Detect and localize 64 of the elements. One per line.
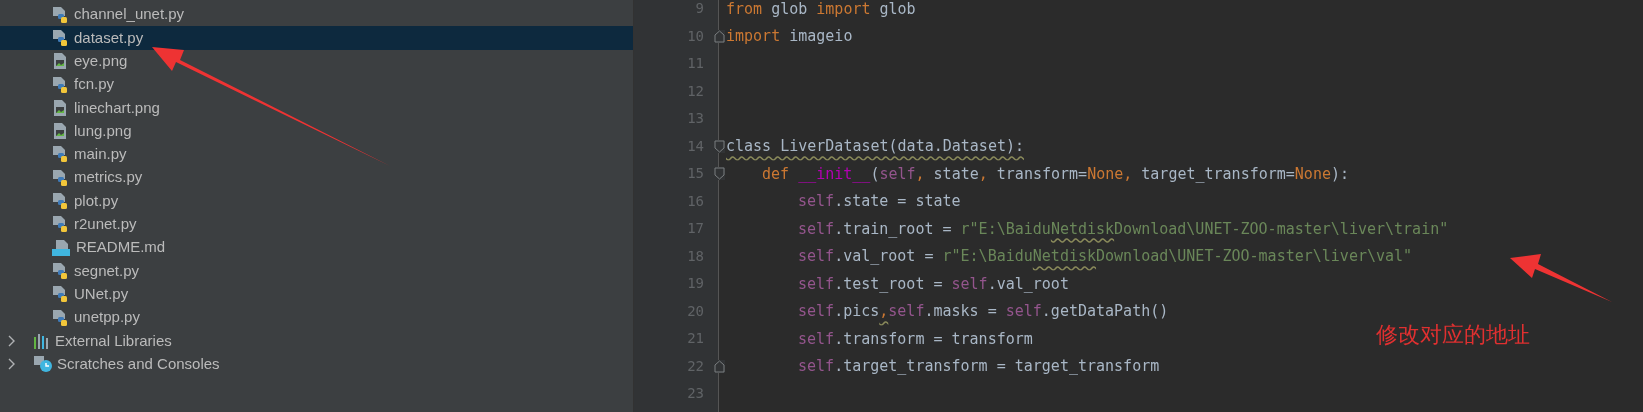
image-file-icon <box>51 52 69 71</box>
file-item[interactable]: main.py <box>0 142 633 167</box>
python-file-icon <box>51 75 69 94</box>
python-file-icon <box>51 5 69 24</box>
code-line: self.state = state <box>798 191 961 212</box>
fold-marker-icon[interactable] <box>714 167 725 180</box>
code-line: self.target_transform = target_transform <box>798 356 1160 377</box>
python-file-icon <box>51 215 69 234</box>
file-name: lung.png <box>74 120 132 141</box>
file-item[interactable]: plot.py <box>0 189 633 213</box>
image-file-icon <box>51 122 69 141</box>
file-name: README.md <box>76 237 166 258</box>
file-item[interactable]: r2unet.py <box>0 212 633 236</box>
file-name: metrics.py <box>74 167 143 188</box>
code-line: def __init__(self, state, transform=None, target_transform=None): <box>762 163 1350 185</box>
fold-marker-icon[interactable] <box>714 139 725 153</box>
file-name: r2unet.py <box>74 214 137 235</box>
file-name: UNet.py <box>74 283 129 304</box>
file-name: dataset.py <box>74 27 144 48</box>
file-item[interactable]: eye.png <box>0 49 633 73</box>
code-line: self.train_root = r"E:\BaiduNetdiskDownload\UNET-ZOO-master\liver\train" <box>798 218 1449 240</box>
annotation-note: 修改对应的地址 <box>1376 321 1530 349</box>
file-item[interactable]: unetpp.py <box>0 305 633 330</box>
fold-marker-icon[interactable] <box>714 359 725 373</box>
python-file-icon <box>51 145 69 164</box>
python-file-icon <box>51 28 69 47</box>
python-file-icon <box>51 285 69 304</box>
file-name: unetpp.py <box>74 307 140 328</box>
chevron-icon[interactable] <box>7 358 17 371</box>
file-name: eye.png <box>74 51 128 71</box>
console-clock-icon <box>33 355 53 374</box>
python-file-icon <box>51 308 69 327</box>
fold-marker-icon[interactable] <box>714 29 725 43</box>
library-icon <box>33 332 51 349</box>
python-file-icon <box>51 261 69 280</box>
file-item[interactable]: channel_unet.py <box>0 3 633 27</box>
file-item[interactable]: metrics.py <box>0 166 633 190</box>
file-name: plot.py <box>74 190 119 211</box>
file-item[interactable]: UNet.py <box>0 282 633 306</box>
code-line: import imageio <box>726 26 853 47</box>
file-item[interactable]: dataset.py <box>0 26 633 50</box>
tree-node-label[interactable]: Scratches and Consoles <box>57 352 220 376</box>
file-name: fcn.py <box>74 74 115 95</box>
file-item[interactable]: segnet.py <box>0 259 633 283</box>
image-file-icon <box>51 98 69 117</box>
code-line: from glob import glob <box>726 0 916 20</box>
code-line: self.val_root = r"E:\BaiduNetdiskDownload\UNET-ZOO-master\liver\val" <box>798 246 1413 267</box>
file-name: linechart.png <box>74 97 160 118</box>
file-name: main.py <box>74 144 127 165</box>
code-line: class LiverDataset(data.Dataset): <box>726 136 1024 157</box>
chevron-icon[interactable] <box>7 334 17 347</box>
file-name: channel_unet.py <box>74 4 185 25</box>
file-item[interactable]: lung.png <box>0 119 633 143</box>
file-name: segnet.py <box>74 260 140 281</box>
code-line: self.pics,self.masks = self.getDataPath() <box>798 301 1169 322</box>
python-file-icon <box>51 192 69 210</box>
python-file-icon <box>51 168 69 187</box>
code-line: self.transform = transform <box>798 328 1033 350</box>
markdown-file-icon <box>51 238 71 257</box>
code-line: self.test_root = self.val_root <box>798 273 1069 295</box>
file-item[interactable]: linechart.png <box>0 96 633 120</box>
file-item[interactable]: fcn.py <box>0 72 633 97</box>
tree-node-label[interactable]: External Libraries <box>55 329 172 353</box>
file-item[interactable]: README.md <box>0 235 633 260</box>
